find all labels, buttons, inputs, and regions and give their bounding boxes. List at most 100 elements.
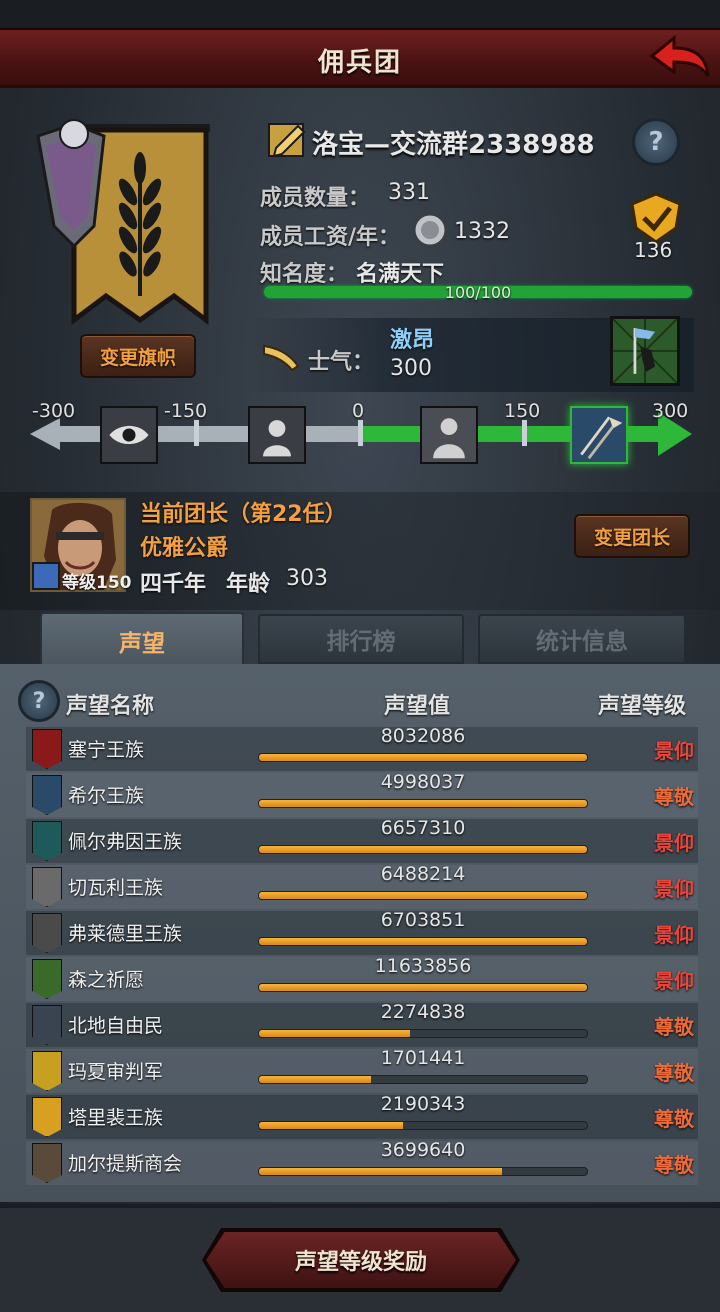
faction-crest-icon: [32, 729, 62, 769]
morale-state: 激昂: [390, 328, 435, 353]
morale-flag-icon[interactable]: [610, 316, 680, 386]
header-bar: 佣兵团: [0, 28, 720, 88]
reputation-value: 2190343: [380, 1093, 466, 1115]
salary-label: 成员工资/年：: [260, 225, 401, 250]
reputation-progress-bar: [258, 753, 588, 762]
reputation-progress-fill: [259, 938, 587, 945]
table-row[interactable]: 森之祈愿 11633856 景仰: [26, 955, 698, 1001]
silver-coin-icon: [412, 212, 448, 248]
reputation-level: 景仰: [654, 923, 694, 947]
faction-name: 北地自由民: [68, 1015, 164, 1037]
reputation-progress-bar: [258, 937, 588, 946]
salary-value: 1332: [454, 219, 510, 244]
reputation-progress-fill: [259, 800, 587, 807]
faction-name: 佩尔弗因王族: [68, 831, 183, 853]
faction-name: 玛夏审判军: [68, 1061, 164, 1083]
reputation-progress-fill: [259, 1168, 502, 1175]
faction-crest-icon: [32, 867, 62, 907]
morale-label: 士气：: [308, 350, 375, 375]
calm-icon[interactable]: [420, 406, 478, 464]
reputation-level: 尊敬: [654, 1015, 694, 1039]
reputation-progress-fill: [259, 1076, 371, 1083]
despair-icon[interactable]: [248, 406, 306, 464]
scale-tick: -150: [164, 400, 208, 422]
reputation-progress-bar: [258, 1167, 588, 1176]
fame-progress-text: 100/100: [444, 283, 512, 302]
table-row[interactable]: 玛夏审判军 1701441 尊敬: [26, 1047, 698, 1093]
edit-name-icon[interactable]: [266, 118, 308, 160]
reputation-progress-bar: [258, 1121, 588, 1130]
page-title: 佣兵团: [317, 48, 402, 78]
table-row[interactable]: 塞宁王族 8032086 景仰: [26, 725, 698, 771]
back-arrow-icon[interactable]: [648, 34, 712, 84]
leader-name: 优雅公爵: [140, 536, 229, 561]
table-row[interactable]: 切瓦利王族 6488214 景仰: [26, 863, 698, 909]
reputation-progress-bar: [258, 1075, 588, 1084]
reputation-progress-bar: [258, 799, 588, 808]
change-banner-button[interactable]: 变更旗帜: [80, 334, 196, 378]
reputation-progress-fill: [259, 984, 587, 991]
reputation-progress-bar: [258, 845, 588, 854]
tab-ranking[interactable]: 排行榜: [258, 614, 464, 664]
table-row[interactable]: 北地自由民 2274838 尊敬: [26, 1001, 698, 1047]
scale-tick: -300: [32, 400, 76, 422]
reputation-progress-bar: [258, 891, 588, 900]
sword-icon: [32, 562, 60, 590]
charge-icon[interactable]: [570, 406, 628, 464]
faction-crest-icon: [32, 1051, 62, 1091]
reputation-reward-button[interactable]: 声望等级奖励: [206, 1232, 516, 1288]
reputation-level: 尊敬: [654, 1153, 694, 1177]
reputation-progress-bar: [258, 1029, 588, 1038]
leader-era: 四千年: [140, 572, 207, 597]
reputation-progress-fill: [259, 892, 587, 899]
table-row[interactable]: 希尔王族 4998037 尊敬: [26, 771, 698, 817]
reputation-level: 尊敬: [654, 785, 694, 809]
reputation-level: 尊敬: [654, 1061, 694, 1085]
help-icon[interactable]: ?: [632, 118, 680, 166]
reputation-progress-fill: [259, 846, 587, 853]
faction-name: 森之祈愿: [68, 969, 145, 991]
reputation-progress-fill: [259, 1030, 410, 1037]
reputation-progress-fill: [259, 1122, 404, 1129]
faction-name: 希尔王族: [68, 785, 145, 807]
faction-name: 加尔提斯商会: [68, 1153, 183, 1175]
eye-icon[interactable]: [100, 406, 158, 464]
reputation-level: 景仰: [654, 969, 694, 993]
members-value: 331: [388, 180, 430, 205]
faction-crest-icon: [32, 1097, 62, 1137]
leader-level: 等级150: [62, 573, 132, 593]
table-row[interactable]: 弗莱德里王族 6703851 景仰: [26, 909, 698, 955]
faction-crest-icon: [32, 821, 62, 861]
table-row[interactable]: 塔里裴王族 2190343 尊敬: [26, 1093, 698, 1139]
faction-crest-icon: [32, 775, 62, 815]
tab-statistics[interactable]: 统计信息: [478, 614, 686, 664]
faction-crest-icon: [32, 959, 62, 999]
faction-name: 塔里裴王族: [68, 1107, 164, 1129]
change-leader-button[interactable]: 变更团长: [574, 514, 690, 558]
scale-tick: 300: [652, 400, 689, 422]
reputation-value: 4998037: [380, 771, 466, 793]
reputation-value: 11633856: [374, 955, 472, 977]
members-label: 成员数量：: [260, 186, 371, 211]
reputation-progress-fill: [259, 754, 587, 761]
faction-name: 塞宁王族: [68, 739, 145, 761]
reputation-value: 3699640: [380, 1139, 466, 1161]
table-help-icon[interactable]: ?: [18, 680, 60, 722]
reputation-level: 景仰: [654, 739, 694, 763]
reputation-value: 1701441: [380, 1047, 466, 1069]
tab-reputation[interactable]: 声望: [40, 612, 244, 668]
leader-age-value: 303: [286, 566, 328, 591]
reputation-level: 景仰: [654, 831, 694, 855]
leader-age-label: 年龄: [226, 572, 271, 597]
table-row[interactable]: 佩尔弗因王族 6657310 景仰: [26, 817, 698, 863]
scale-tick: 0: [352, 400, 365, 422]
reputation-level: 景仰: [654, 877, 694, 901]
reputation-value: 6703851: [380, 909, 466, 931]
header-value: 声望值: [384, 694, 451, 719]
reputation-level: 尊敬: [654, 1107, 694, 1131]
horn-icon: [263, 344, 300, 372]
reputation-value: 8032086: [380, 725, 466, 747]
table-row[interactable]: 加尔提斯商会 3699640 尊敬: [26, 1139, 698, 1185]
header-level: 声望等级: [598, 694, 687, 719]
shield-badge-icon[interactable]: [626, 192, 686, 244]
